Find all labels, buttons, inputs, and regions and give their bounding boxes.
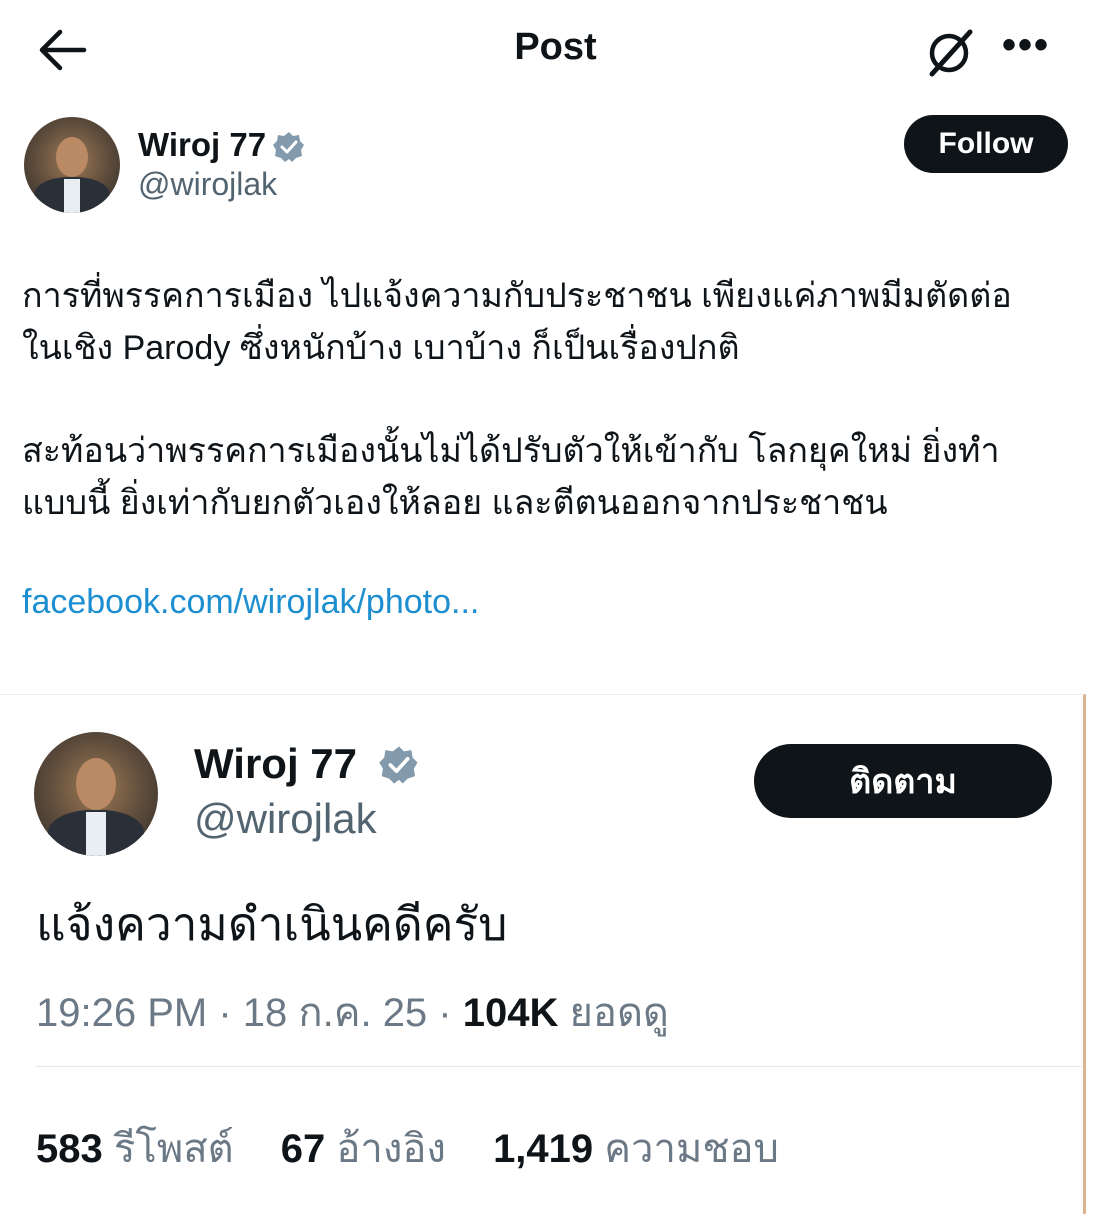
verified-badge-icon xyxy=(272,130,306,164)
verified-badge-icon xyxy=(378,744,420,786)
quoted-follow-button: ติดตาม xyxy=(754,744,1052,818)
author-avatar[interactable] xyxy=(24,117,120,213)
likes-count: 1,419 xyxy=(493,1127,594,1171)
quoted-author-avatar xyxy=(34,732,158,856)
divider xyxy=(36,1066,1082,1067)
quoted-post-text: แจ้งความดำเนินคดีครับ xyxy=(36,898,508,950)
views-label: ยอดดู xyxy=(569,991,669,1035)
post-text-line: สะท้อนว่าพรรคการเมืองนั้นไม่ได้ปรับตัวให… xyxy=(22,432,1000,470)
grok-icon xyxy=(929,29,973,77)
quotes-count: 67 xyxy=(280,1127,326,1171)
quoted-author-handle: @wirojlak xyxy=(194,795,377,842)
post-text-line: ในเชิง Parody ซึ่งหนักบ้าง เบาบ้าง ก็เป็… xyxy=(22,329,740,367)
follow-button[interactable]: Follow xyxy=(904,115,1068,173)
post-text-line: การที่พรรคการเมือง ไปแจ้งความกับประชาชน … xyxy=(22,277,1012,315)
views-count: 104K xyxy=(462,991,559,1035)
more-options-button[interactable]: ••• xyxy=(1002,25,1062,70)
likes-label: ความชอบ xyxy=(604,1127,779,1171)
quotes-label: อ้างอิง xyxy=(336,1127,446,1171)
quoted-author-name: Wiroj 77 xyxy=(194,740,357,787)
quoted-post-stats: 583 รีโพสต์ 67 อ้างอิง 1,419 ความชอบ xyxy=(36,1116,815,1180)
author-name[interactable]: Wiroj 77 xyxy=(138,126,266,164)
grok-button[interactable] xyxy=(922,24,978,80)
external-link[interactable]: facebook.com/wirojlak/photo... xyxy=(22,583,479,622)
author-handle[interactable]: @wirojlak xyxy=(138,166,277,203)
reposts-label: รีโพสต์ xyxy=(113,1127,234,1171)
post-date: 18 ก.ค. 25 xyxy=(242,991,428,1035)
quoted-post-meta: 19:26 PM · 18 ก.ค. 25 · 104K ยอดดู xyxy=(36,991,669,1035)
post-text-line: แบบนี้ ยิ่งเท่ากับยกตัวเองให้ลอย และตีตน… xyxy=(22,484,888,522)
reposts-count: 583 xyxy=(36,1127,103,1171)
post-time: 19:26 PM xyxy=(36,991,208,1035)
